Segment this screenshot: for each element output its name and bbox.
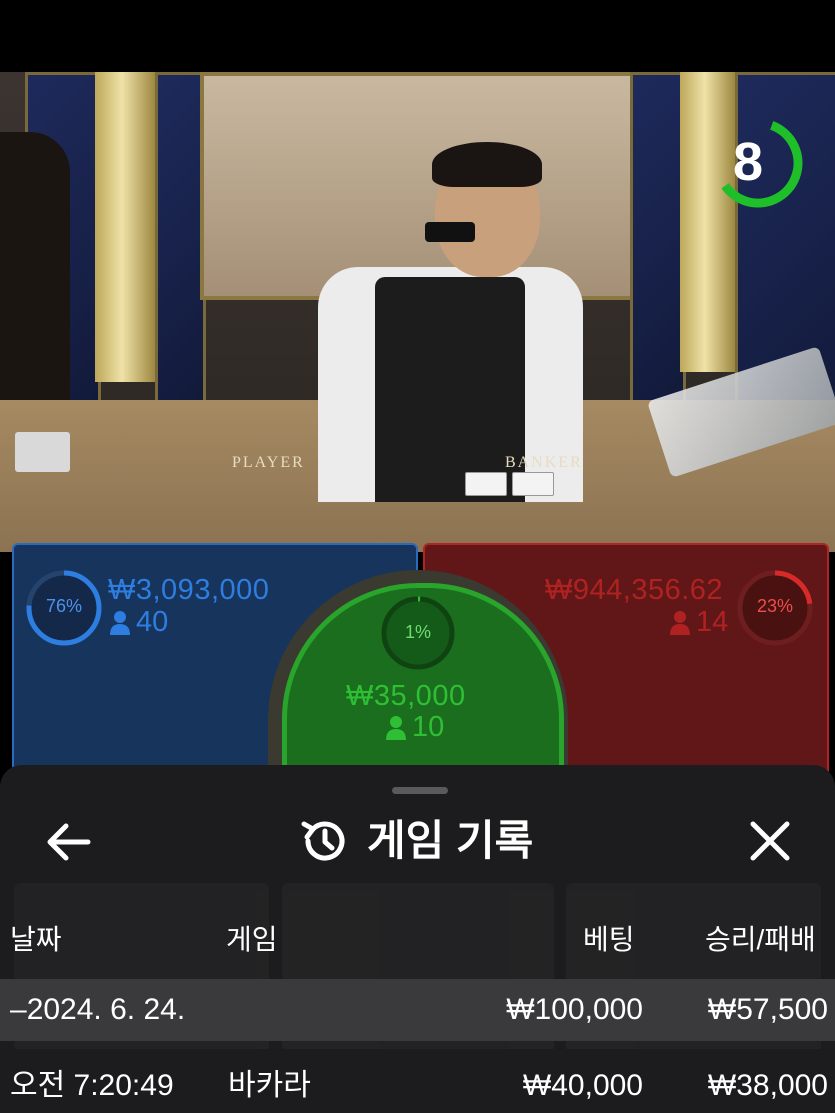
side-person [0, 132, 70, 432]
live-video-feed: PLAYER BANKER [0, 72, 835, 552]
wall-damask [200, 72, 638, 300]
date-group-bet-total: ₩100,000 [506, 993, 643, 1026]
date-group-toggle[interactable]: –2024. 6. 24. [10, 990, 185, 1030]
tie-bettors-count: 10 [412, 711, 445, 743]
history-icon [301, 821, 345, 861]
row-win-loss: ₩38,000 [707, 1069, 828, 1102]
tie-percent: 1% [404, 622, 431, 642]
player-bet-amount: ₩3,093,000 [108, 574, 270, 606]
gold-pillar [95, 72, 155, 382]
wall-panel [630, 72, 686, 408]
date-group-win-loss-total: ₩57,500 [707, 993, 828, 1026]
banker-bettors: 14 [670, 606, 728, 639]
sheet-drag-handle[interactable] [392, 787, 448, 794]
column-header-bet: 베팅 [583, 924, 635, 955]
close-icon[interactable] [747, 818, 793, 864]
player-table-label: PLAYER [232, 454, 305, 471]
collapse-toggle-icon: – [10, 993, 27, 1026]
player-bettors-count: 40 [136, 606, 169, 638]
person-icon [670, 611, 690, 636]
discard-tray [15, 432, 70, 472]
banker-bettors-count: 14 [696, 606, 729, 638]
dealer-hair [432, 142, 542, 187]
date-group-date: 2024. 6. 24. [26, 993, 186, 1026]
playing-card [465, 472, 507, 496]
wall-panel [155, 72, 206, 408]
player-percent: 76% [45, 596, 83, 616]
column-header-date: 날짜 [10, 924, 62, 955]
person-icon [386, 716, 406, 741]
countdown-timer: 8 [732, 132, 764, 192]
player-bettors: 40 [110, 606, 168, 639]
person-icon [110, 611, 130, 636]
playing-card [512, 472, 554, 496]
row-bet: ₩40,000 [522, 1069, 643, 1102]
banker-percent: 23% [756, 596, 794, 616]
tie-bet-amount: ₩35,000 [346, 680, 466, 712]
tie-bettors: 10 [386, 711, 444, 744]
arrow-left-icon[interactable] [44, 820, 94, 864]
column-header-game: 게임 [226, 924, 278, 955]
banker-table-label: BANKER [505, 454, 583, 471]
row-time: 오전 7:20:49 [10, 1069, 174, 1102]
dealer-vest [375, 277, 525, 502]
row-game: 바카라 [228, 1069, 311, 1102]
bow-tie [425, 222, 475, 242]
sheet-title: 게임 기록 [367, 817, 534, 864]
banker-bet-amount: ₩944,356.62 [545, 574, 724, 606]
column-header-win-loss: 승리/패배 [705, 924, 816, 955]
